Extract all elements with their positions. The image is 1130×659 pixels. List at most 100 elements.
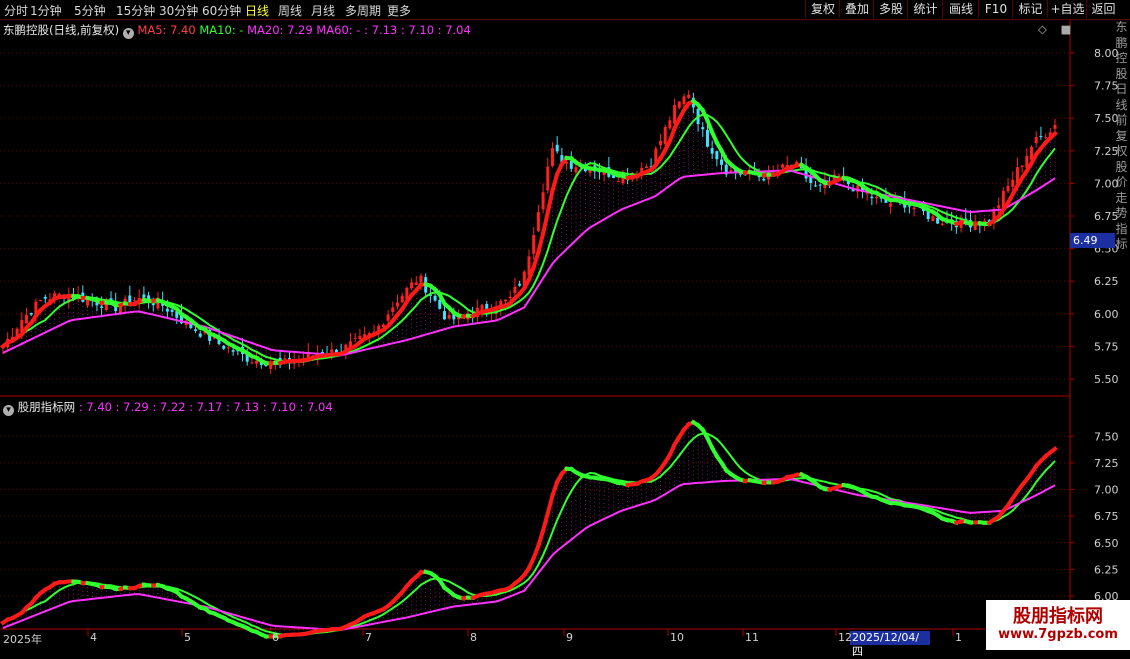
- candle-body: [152, 304, 155, 306]
- candle-body: [227, 347, 230, 348]
- month-label: 7: [365, 631, 372, 644]
- month-label: 9: [566, 631, 573, 644]
- sub-ma-short-seg: [552, 482, 557, 496]
- candle-body: [729, 170, 732, 171]
- candle-body: [509, 297, 512, 299]
- candle-body: [1021, 166, 1024, 167]
- sub-ma-short-seg: [543, 513, 548, 530]
- side-char: 鹏: [1113, 36, 1130, 52]
- watermark: 股朋指标网 www.7gpzb.com: [986, 600, 1130, 650]
- sub-info-line: ▾ 股朋指标网 : 7.40 : 7.29 : 7.22 : 7.17 : 7.…: [3, 399, 333, 416]
- sub-tick-label: 7.50: [1094, 430, 1119, 443]
- side-char: 前: [1113, 113, 1130, 129]
- candle-body: [1035, 137, 1038, 143]
- side-char: 股: [1113, 67, 1130, 83]
- candle-body: [617, 181, 620, 182]
- watermark-url: www.7gpzb.com: [986, 627, 1130, 642]
- candle-body: [551, 148, 554, 166]
- collapse-icon[interactable]: ▾: [3, 405, 14, 416]
- square-icon[interactable]: ■: [1061, 22, 1072, 36]
- side-char: 日: [1113, 82, 1130, 98]
- candle-body: [870, 197, 873, 198]
- candle-body: [44, 297, 47, 299]
- candle-body: [997, 205, 1000, 208]
- candle-body: [682, 96, 685, 104]
- side-char: 标: [1113, 237, 1130, 253]
- sub-ma-short-seg: [538, 530, 543, 545]
- side-char: 价: [1113, 175, 1130, 191]
- candle-body: [171, 310, 174, 312]
- side-char: 复: [1113, 129, 1130, 145]
- side-text-column: 东鹏控股日线前复权股价走势指标: [1113, 20, 1130, 398]
- candle-body: [889, 204, 892, 207]
- candle-body: [875, 197, 878, 199]
- candle-body: [358, 336, 361, 339]
- candle-body: [25, 315, 28, 324]
- sub-ma-short-seg: [1050, 449, 1055, 453]
- ma60-value: MA60: - : 7.13 : 7.10 : 7.04: [316, 23, 470, 37]
- candle-body: [283, 358, 286, 359]
- month-label: 1: [955, 631, 962, 644]
- candle-body: [1054, 125, 1057, 129]
- sub-tick-label: 6.25: [1094, 563, 1119, 576]
- main-ma-short-seg: [548, 191, 553, 213]
- candle-body: [354, 338, 357, 339]
- candle-body: [720, 160, 723, 165]
- candle-body: [678, 101, 681, 107]
- candle-body: [936, 218, 939, 224]
- month-label: 12: [838, 631, 852, 644]
- diamond-icon[interactable]: ◇: [1038, 22, 1047, 36]
- candle-body: [668, 120, 671, 128]
- candle-body: [419, 276, 422, 283]
- candle-body: [537, 212, 540, 231]
- candle-body: [687, 95, 690, 98]
- candle-body: [448, 315, 451, 319]
- candle-body: [819, 185, 822, 186]
- sub-tick-label: 6.50: [1094, 537, 1119, 550]
- candle-body: [762, 179, 765, 180]
- indicator-name[interactable]: 股朋指标网: [18, 400, 76, 414]
- sub-tick-label: 7.00: [1094, 484, 1119, 497]
- month-label: 4: [90, 631, 97, 644]
- sub-tick-label: 7.25: [1094, 457, 1119, 470]
- ma10-value: MA10: -: [199, 23, 243, 37]
- main-ma-short-seg: [543, 212, 548, 233]
- ma5-value: MA5: 7.40: [137, 23, 195, 37]
- candle-body: [931, 216, 934, 221]
- month-label: 8: [470, 631, 477, 644]
- candle-body: [194, 329, 197, 331]
- candle-body: [434, 296, 437, 301]
- candle-body: [1011, 180, 1014, 187]
- side-char: 走: [1113, 191, 1130, 207]
- side-char: 控: [1113, 51, 1130, 67]
- main-ma-short-seg: [552, 174, 557, 191]
- candle-body: [739, 174, 742, 175]
- kline-chart[interactable]: 5.505.756.006.256.506.757.007.257.507.75…: [0, 0, 1130, 650]
- main-ma-short-seg: [534, 252, 539, 267]
- candle-body: [250, 362, 253, 363]
- candle-body: [706, 130, 709, 147]
- candle-body: [542, 192, 545, 209]
- stock-name[interactable]: 东鹏控股(日线,前复权): [3, 23, 119, 37]
- collapse-icon[interactable]: ▾: [123, 28, 134, 39]
- candle-body: [1007, 186, 1010, 191]
- candle-body: [30, 313, 33, 315]
- candle-body: [222, 346, 225, 349]
- month-label: 2025年: [3, 631, 42, 647]
- candle-body: [701, 127, 704, 129]
- main-ma-mid-line: [3, 115, 1055, 363]
- candle-body: [809, 177, 812, 183]
- sub-ma-short-seg: [548, 496, 553, 514]
- candle-body: [391, 307, 394, 312]
- candle-body: [255, 361, 258, 364]
- side-char: 势: [1113, 206, 1130, 222]
- candle-body: [415, 282, 418, 285]
- main-info-line: 东鹏控股(日线,前复权) ▾ MA5: 7.40 MA10: - MA20: 7…: [3, 22, 471, 39]
- candle-body: [330, 349, 333, 352]
- candle-body: [100, 306, 103, 307]
- candle-body: [443, 311, 446, 319]
- main-ma-short-seg: [538, 233, 543, 252]
- side-char: 线: [1113, 98, 1130, 114]
- candle-body: [199, 334, 202, 337]
- candle-body: [711, 148, 714, 153]
